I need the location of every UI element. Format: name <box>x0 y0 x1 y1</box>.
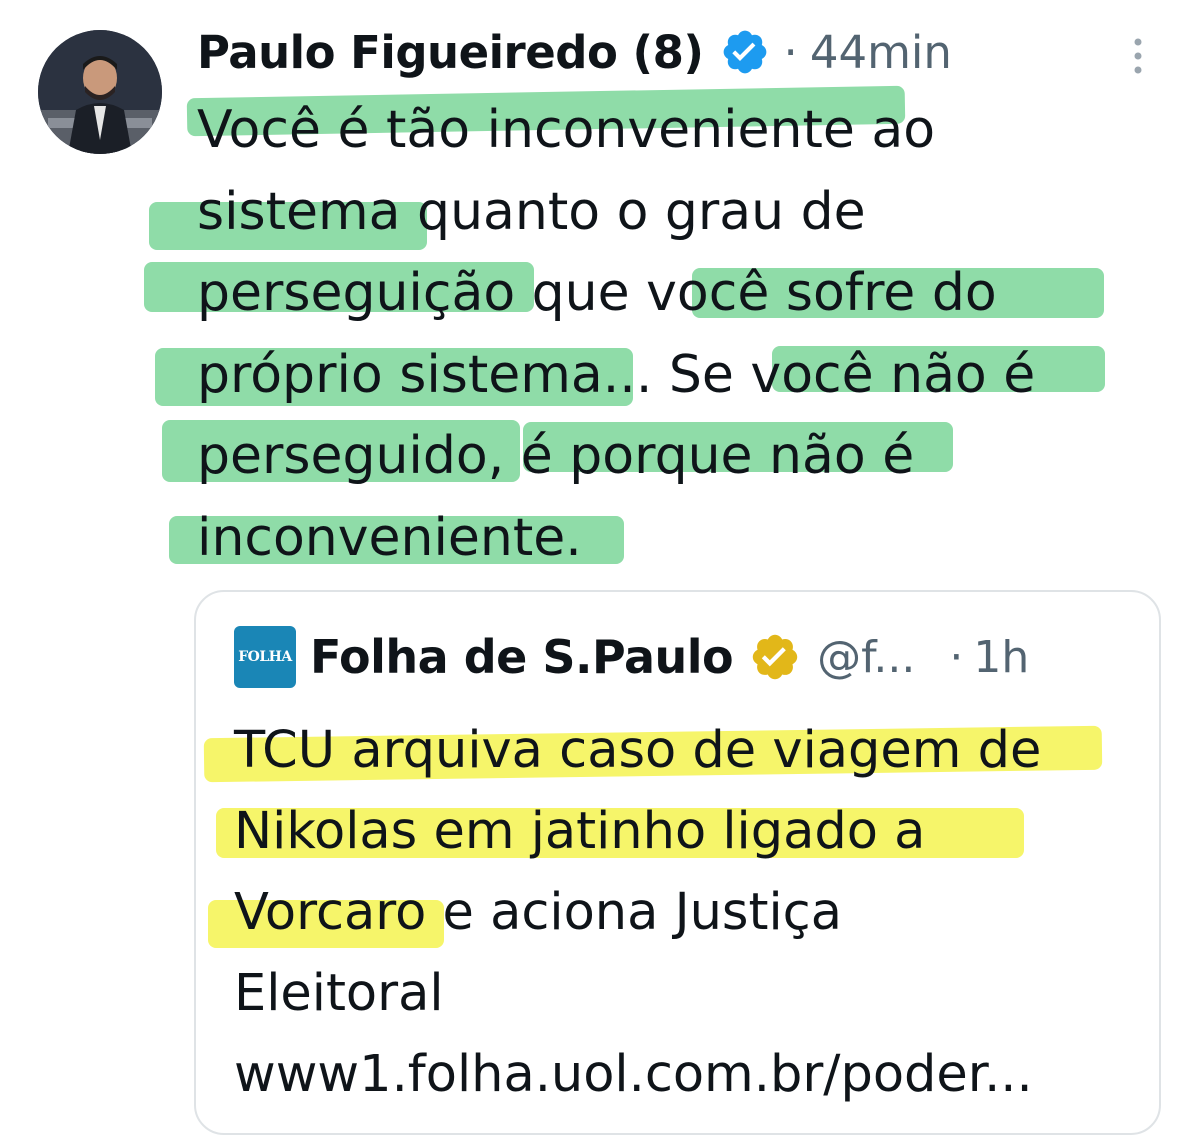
tweet-header: Paulo Figueiredo (8) · 44min <box>197 22 952 82</box>
quoted-text-line: TCU arquiva caso de viagem de <box>234 721 1042 780</box>
verified-badge-icon[interactable] <box>720 27 770 77</box>
quoted-author-name[interactable]: Folha de S.Paulo <box>310 630 734 684</box>
tweet-text-line: inconveniente. <box>197 507 582 568</box>
meta-separator: · <box>783 25 798 79</box>
quoted-text-line: Nikolas em jatinho ligado a <box>234 802 926 861</box>
folha-logo-avatar[interactable]: FOLHA <box>234 626 296 688</box>
verified-org-badge-icon[interactable] <box>749 631 801 683</box>
tweet-text-line: Você é tão inconveniente ao <box>197 100 936 160</box>
meta-separator: · <box>949 631 964 683</box>
author-name[interactable]: Paulo Figueiredo (8) <box>197 26 704 79</box>
quoted-text-line: Eleitoral <box>234 964 444 1023</box>
tweet-text-line: perseguido, é porque não é <box>197 426 915 486</box>
tweet-text-line: sistema quanto o grau de <box>197 181 866 242</box>
quoted-tweet-card[interactable]: FOLHA Folha de S.Paulo @f... · 1h TCU ar… <box>194 590 1161 1135</box>
avatar-photo <box>38 30 162 154</box>
quoted-author-handle[interactable]: @f... <box>817 632 915 683</box>
quoted-link-text[interactable]: www1.folha.uol.com.br/poder... <box>234 1034 1033 1115</box>
quoted-tweet-header: FOLHA Folha de S.Paulo @f... · 1h <box>234 622 1029 692</box>
avatar[interactable] <box>38 30 162 154</box>
more-options-icon[interactable] <box>1128 36 1148 76</box>
tweet-time[interactable]: 44min <box>810 26 952 79</box>
tweet-text-line: perseguição que você sofre do <box>197 263 997 323</box>
quoted-tweet-time[interactable]: 1h <box>973 632 1029 683</box>
tweet-text-line: próprio sistema... Se você não é <box>197 344 1036 405</box>
quoted-text-line: Vorcaro e aciona Justiça <box>234 883 842 942</box>
